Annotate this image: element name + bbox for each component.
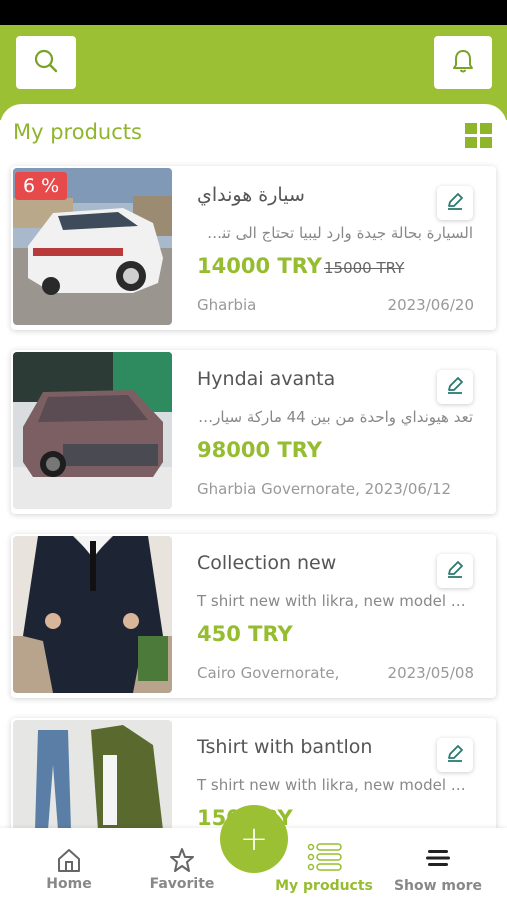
search-icon — [33, 48, 59, 78]
home-icon — [55, 846, 83, 878]
product-title: Hyndai avanta — [197, 368, 336, 390]
product-title: سيارة هونداي — [197, 184, 305, 206]
product-card[interactable]: Collection new T shirt new with likra, n… — [11, 534, 496, 698]
nav-home-label: Home — [46, 876, 92, 892]
add-product-button[interactable]: + — [220, 805, 288, 873]
product-card[interactable]: Hyndai avanta تعد هيونداي واحدة من بين 4… — [11, 350, 496, 514]
products-panel: My products 6 % سيارة هونداي السيارة بحا… — [0, 104, 507, 900]
product-card[interactable]: 6 % سيارة هونداي السيارة بحالة جيدة وارد… — [11, 166, 496, 330]
menu-icon — [426, 848, 450, 872]
product-date: 2023/05/08 — [387, 664, 474, 682]
product-title: Collection new — [197, 552, 337, 574]
nav-show-more[interactable]: Show more — [383, 828, 493, 900]
pencil-icon — [445, 375, 465, 399]
star-icon — [168, 846, 196, 878]
product-price: 98000 TRY — [197, 438, 322, 462]
product-image-suit — [13, 536, 172, 693]
edit-button[interactable] — [437, 186, 473, 220]
product-price: 14000 TRY — [197, 254, 322, 278]
edit-button[interactable] — [437, 738, 473, 772]
product-date: 2023/06/20 — [387, 296, 474, 314]
nav-my-products-label: My products — [275, 878, 373, 894]
product-location: Gharbia — [197, 296, 257, 314]
edit-button[interactable] — [437, 554, 473, 588]
product-description: السيارة بحالة جيدة وارد ليبيا تحتاج الى … — [197, 224, 473, 242]
product-title: Tshirt with bantlon — [197, 736, 373, 758]
product-image-hyundai — [13, 352, 172, 509]
status-bar — [0, 0, 507, 25]
page-title: My products — [13, 120, 142, 144]
product-location: Cairo Governorate, — [197, 664, 340, 682]
pencil-icon — [445, 743, 465, 767]
notifications-button[interactable] — [434, 36, 492, 89]
nav-home[interactable]: Home — [14, 828, 124, 900]
product-description: تعد هيونداي واحدة من بين 44 ماركة سيارات — [197, 408, 473, 426]
search-button[interactable] — [16, 36, 76, 89]
nav-show-more-label: Show more — [393, 878, 483, 894]
product-location: Gharbia Governorate, 2023/06/12 — [197, 480, 452, 498]
list-icon — [307, 842, 343, 876]
product-price: 450 TRY — [197, 622, 293, 646]
product-old-price: 15000 TRY — [324, 259, 405, 277]
edit-button[interactable] — [437, 370, 473, 404]
pencil-icon — [445, 191, 465, 215]
product-image-white-car: 6 % — [13, 168, 172, 325]
plus-icon: + — [239, 819, 269, 859]
product-description: T shirt new with likra, new model shirt — [197, 776, 473, 794]
product-description: T shirt new with likra, new model shirt — [197, 592, 473, 610]
bell-icon — [451, 48, 475, 78]
pencil-icon — [445, 559, 465, 583]
grid-view-icon[interactable] — [465, 123, 492, 148]
discount-badge: 6 % — [15, 172, 68, 200]
nav-favorite-label: Favorite — [149, 876, 215, 892]
